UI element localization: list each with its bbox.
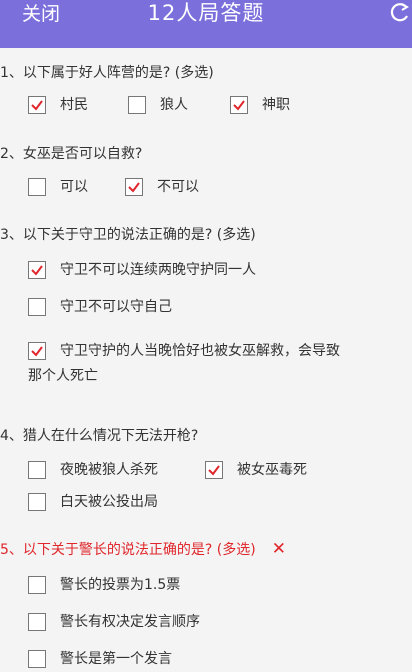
checkbox[interactable] — [230, 96, 248, 114]
question-text: 5、以下关于警长的说法正确的是? (多选) — [0, 542, 256, 558]
option-label: 村民 — [60, 97, 88, 113]
question-5: 5、以下关于警长的说法正确的是? (多选) ✕ — [0, 539, 286, 560]
question-2: 2、女巫是否可以自救? — [0, 144, 142, 164]
checkbox[interactable] — [28, 178, 46, 196]
checkbox[interactable] — [205, 461, 223, 479]
checkbox[interactable] — [28, 96, 46, 114]
option-label: 守卫不可以守自己 — [60, 299, 172, 315]
checkbox[interactable] — [28, 298, 46, 316]
option-label: 白天被公投出局 — [60, 494, 158, 510]
option-label: 守卫不可以连续两晚守护同一人 — [60, 262, 256, 278]
option-killed-by-wolf[interactable]: 夜晚被狼人杀死 — [28, 460, 158, 480]
checkbox[interactable] — [28, 576, 46, 594]
app-header: 关闭 12人局答题 — [0, 0, 412, 48]
option-label: 夜晚被狼人杀死 — [60, 462, 158, 478]
option-sheriff-first[interactable]: 警长是第一个发言 — [28, 649, 172, 669]
option-label: 狼人 — [160, 97, 188, 113]
checkbox[interactable] — [28, 261, 46, 279]
option-poisoned[interactable]: 被女巫毒死 — [205, 460, 307, 480]
question-3: 3、以下关于守卫的说法正确的是? (多选) — [0, 225, 256, 245]
option-label: 神职 — [262, 97, 290, 113]
option-label: 警长有权决定发言顺序 — [60, 614, 200, 630]
option-label: 不可以 — [157, 179, 199, 195]
option-label: 可以 — [60, 179, 88, 195]
option-label: 警长的投票为1.5票 — [60, 577, 181, 593]
option-label-continuation: 那个人死亡 — [28, 368, 98, 384]
wrong-icon: ✕ — [271, 539, 286, 559]
option-guard-self[interactable]: 守卫不可以守自己 — [28, 297, 172, 317]
option-label: 警长是第一个发言 — [60, 651, 172, 667]
checkbox[interactable] — [28, 613, 46, 631]
refresh-icon[interactable] — [388, 2, 412, 26]
question-text: 4、猎人在什么情况下无法开枪? — [0, 428, 199, 444]
question-1: 1、以下属于好人阵营的是? (多选) — [0, 63, 214, 83]
question-text: 1、以下属于好人阵营的是? (多选) — [0, 65, 214, 81]
checkbox[interactable] — [28, 650, 46, 668]
question-text: 2、女巫是否可以自救? — [0, 146, 143, 162]
checkbox[interactable] — [28, 461, 46, 479]
option-sheriff-vote[interactable]: 警长的投票为1.5票 — [28, 575, 180, 595]
option-god[interactable]: 神职 — [230, 95, 290, 115]
option-label: 守卫守护的人当晚恰好也被女巫解救，会导致 — [60, 343, 340, 359]
option-voted-out[interactable]: 白天被公投出局 — [28, 492, 158, 512]
option-cannot[interactable]: 不可以 — [125, 177, 199, 197]
option-guard-witch[interactable]: 守卫守护的人当晚恰好也被女巫解救，会导致 — [28, 341, 340, 361]
option-guard-consecutive[interactable]: 守卫不可以连续两晚守护同一人 — [28, 260, 256, 280]
checkbox[interactable] — [28, 342, 46, 360]
option-can[interactable]: 可以 — [28, 177, 88, 197]
option-villager[interactable]: 村民 — [28, 95, 88, 115]
checkbox[interactable] — [128, 96, 146, 114]
checkbox[interactable] — [125, 178, 143, 196]
question-text: 3、以下关于守卫的说法正确的是? (多选) — [0, 227, 256, 243]
option-sheriff-order[interactable]: 警长有权决定发言顺序 — [28, 612, 200, 632]
question-4: 4、猎人在什么情况下无法开枪? — [0, 426, 198, 446]
option-label: 被女巫毒死 — [237, 462, 307, 478]
option-werewolf[interactable]: 狼人 — [128, 95, 188, 115]
checkbox[interactable] — [28, 493, 46, 511]
page-title: 12人局答题 — [147, 1, 265, 25]
